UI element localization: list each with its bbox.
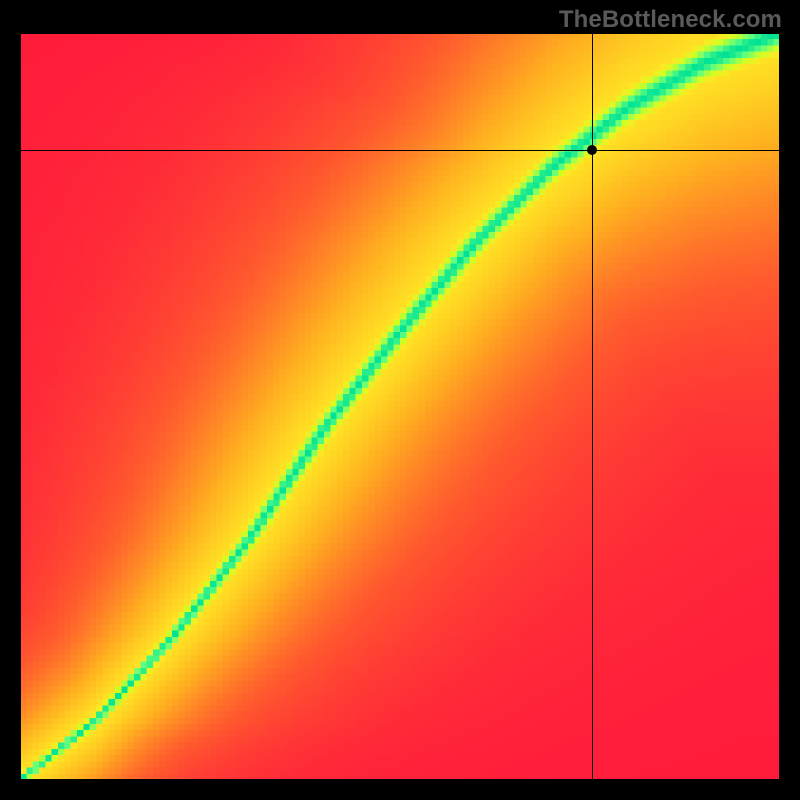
axis-left [20, 33, 21, 780]
bottleneck-heatmap [20, 33, 780, 780]
watermark-text: TheBottleneck.com [559, 6, 782, 34]
axis-right [779, 33, 780, 780]
crosshair-horizontal [20, 150, 780, 151]
crosshair-marker [587, 145, 597, 155]
axis-bottom [20, 779, 780, 780]
